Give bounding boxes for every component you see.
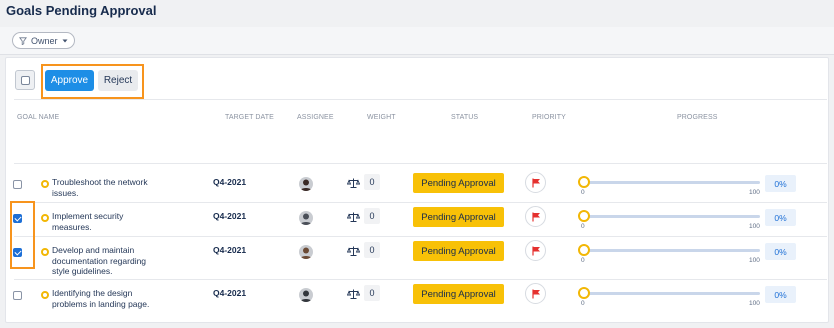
- priority-button[interactable]: [525, 240, 546, 261]
- row-divider: [14, 279, 827, 280]
- progress-percent: 0%: [765, 209, 796, 226]
- row-divider: [14, 163, 827, 164]
- progress-min-label: 0: [581, 257, 585, 264]
- col-assignee[interactable]: ASSIGNEE: [297, 114, 334, 121]
- approve-button[interactable]: Approve: [45, 70, 94, 91]
- col-target-date[interactable]: TARGET DATE: [225, 114, 274, 121]
- progress-slider-handle[interactable]: [578, 210, 590, 222]
- page-title: Goals Pending Approval: [6, 3, 157, 18]
- table-row[interactable]: Troubleshoot the network issues. Q4-2021…: [0, 172, 824, 206]
- col-progress[interactable]: PROGRESS: [677, 114, 717, 121]
- assignee-avatar[interactable]: [299, 288, 313, 302]
- progress-track[interactable]: [584, 215, 760, 218]
- assignee-avatar[interactable]: [299, 177, 313, 191]
- select-all-checkbox[interactable]: [15, 70, 35, 90]
- flag-icon: [532, 212, 540, 222]
- target-date: Q4-2021: [213, 177, 247, 187]
- progress-track[interactable]: [584, 249, 760, 252]
- goal-circle-icon: [41, 180, 49, 188]
- row-checkbox[interactable]: [13, 291, 22, 300]
- goal-name-link[interactable]: Troubleshoot the network issues.: [52, 177, 164, 198]
- table-row[interactable]: Implement security measures. Q4-2021 0 P…: [0, 206, 824, 240]
- selection-highlight: [10, 201, 35, 269]
- filter-icon: [19, 36, 27, 45]
- flag-icon: [532, 246, 540, 256]
- goal-name-link[interactable]: Implement security measures.: [52, 211, 164, 232]
- goal-name-link[interactable]: Develop and maintain documentation regar…: [52, 245, 164, 277]
- divider: [14, 99, 827, 100]
- status-badge: Pending Approval: [413, 284, 504, 304]
- owner-filter-button[interactable]: Owner: [12, 32, 75, 49]
- priority-button[interactable]: [525, 206, 546, 227]
- status-badge: Pending Approval: [413, 173, 504, 193]
- chevron-down-icon: [62, 39, 68, 42]
- progress-track[interactable]: [584, 181, 760, 184]
- progress-percent: 0%: [765, 286, 796, 303]
- goal-circle-icon: [41, 248, 49, 256]
- progress-slider-handle[interactable]: [578, 176, 590, 188]
- col-status[interactable]: STATUS: [451, 114, 478, 121]
- progress-min-label: 0: [581, 189, 585, 196]
- weight-value[interactable]: 0: [364, 208, 380, 224]
- progress-percent: 0%: [765, 243, 796, 260]
- progress-max-label: 100: [749, 300, 760, 307]
- progress-min-label: 0: [581, 300, 585, 307]
- scale-icon: [347, 178, 360, 188]
- assignee-avatar[interactable]: [299, 211, 313, 225]
- scale-icon: [347, 246, 360, 256]
- filter-bar: Owner: [0, 27, 834, 55]
- table-row[interactable]: Identifying the design problems in landi…: [0, 283, 824, 317]
- progress-min-label: 0: [581, 223, 585, 230]
- weight-value[interactable]: 0: [364, 285, 380, 301]
- progress-max-label: 100: [749, 223, 760, 230]
- scale-icon: [347, 289, 360, 299]
- scale-icon: [347, 212, 360, 222]
- progress-max-label: 100: [749, 189, 760, 196]
- col-goal-name[interactable]: GOAL NAME: [17, 114, 59, 121]
- weight-value[interactable]: 0: [364, 174, 380, 190]
- target-date: Q4-2021: [213, 245, 247, 255]
- row-checkbox[interactable]: [13, 180, 22, 189]
- progress-percent: 0%: [765, 175, 796, 192]
- progress-track[interactable]: [584, 292, 760, 295]
- status-badge: Pending Approval: [413, 241, 504, 261]
- col-weight[interactable]: WEIGHT: [367, 114, 396, 121]
- progress-slider-handle[interactable]: [578, 244, 590, 256]
- target-date: Q4-2021: [213, 211, 247, 221]
- goal-name-link[interactable]: Identifying the design problems in landi…: [52, 288, 164, 309]
- goal-circle-icon: [41, 291, 49, 299]
- priority-button[interactable]: [525, 283, 546, 304]
- col-priority[interactable]: PRIORITY: [532, 114, 566, 121]
- flag-icon: [532, 289, 540, 299]
- owner-filter-label: Owner: [31, 35, 58, 46]
- status-badge: Pending Approval: [413, 207, 504, 227]
- target-date: Q4-2021: [213, 288, 247, 298]
- assignee-avatar[interactable]: [299, 245, 313, 259]
- goal-circle-icon: [41, 214, 49, 222]
- progress-slider-handle[interactable]: [578, 287, 590, 299]
- table-row[interactable]: Develop and maintain documentation regar…: [0, 240, 824, 277]
- flag-icon: [532, 178, 540, 188]
- weight-value[interactable]: 0: [364, 242, 380, 258]
- reject-button[interactable]: Reject: [98, 70, 138, 91]
- priority-button[interactable]: [525, 172, 546, 193]
- progress-max-label: 100: [749, 257, 760, 264]
